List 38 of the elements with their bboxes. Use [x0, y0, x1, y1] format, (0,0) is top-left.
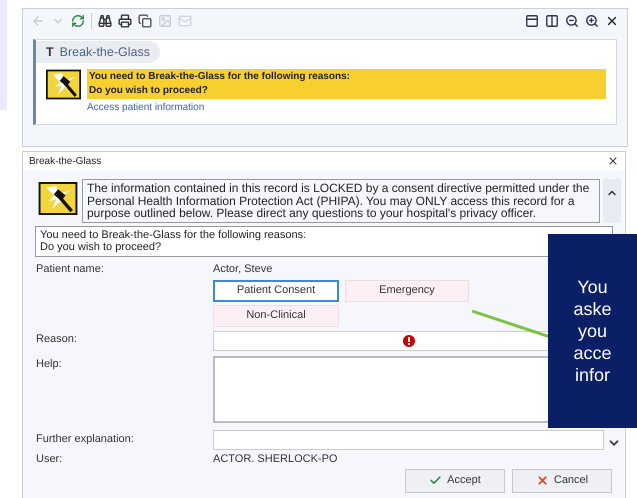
callout-text: you	[578, 320, 608, 342]
field-label: User:	[36, 452, 64, 468]
callout-text: infor	[574, 364, 610, 386]
zoom-in-icon[interactable]	[585, 14, 599, 28]
refresh-icon[interactable]	[71, 14, 85, 28]
access-link[interactable]: Access patient information	[87, 100, 204, 115]
dialog-title: Break-the-Glass	[29, 154, 102, 168]
callout-text: You	[577, 276, 608, 298]
close-icon[interactable]	[605, 14, 619, 28]
check-icon	[429, 474, 442, 487]
card-title: T Break-the-Glass	[36, 41, 160, 63]
broken-glass-hammer-icon	[46, 69, 81, 100]
layout-icon[interactable]	[525, 14, 539, 28]
binoculars-icon[interactable]	[98, 14, 112, 28]
callout-text: acce	[573, 342, 612, 364]
field-value: ACTOR. SHERLOCK-PO	[213, 452, 338, 468]
field-label: Help:	[36, 356, 63, 372]
field-value: Actor, Steve	[213, 262, 272, 278]
further-explanation-field[interactable]	[213, 430, 604, 450]
reason-option[interactable]: Emergency	[345, 280, 469, 302]
copy-icon[interactable]	[138, 14, 152, 28]
accept-button[interactable]: Accept	[405, 468, 505, 492]
zoom-out-icon[interactable]	[565, 14, 579, 28]
close-icon[interactable]	[607, 155, 619, 167]
consent-notice: The information contained in this record is LOCKED by a consent directive permitted under the Personal Health Information Protection Act (PHIPA). You may ONLY access this record for a purpose outlined below. Please direct any questions to your hospital's privacy officer.	[82, 179, 600, 222]
field-label: Patient name:	[36, 262, 105, 278]
printer-icon[interactable]	[118, 14, 132, 28]
broken-glass-hammer-icon	[37, 182, 79, 215]
columns-icon[interactable]	[545, 14, 559, 28]
reasons-box: You need to Break-the-Glass for the following reasons: Do you wish to proceed?	[35, 226, 613, 256]
cancel-button[interactable]: Cancel	[512, 468, 612, 492]
cross-icon	[536, 474, 549, 487]
reason-option[interactable]: Patient Consent	[213, 280, 339, 302]
field-label: Reason:	[36, 332, 78, 346]
callout-text: aske	[573, 298, 612, 320]
warning-banner: You need to Break-the-Glass for the following reasons: Do you wish to proceed?	[87, 69, 606, 99]
field-label: Further explanation:	[36, 432, 135, 448]
reason-option[interactable]: Non-Clinical	[213, 304, 339, 326]
